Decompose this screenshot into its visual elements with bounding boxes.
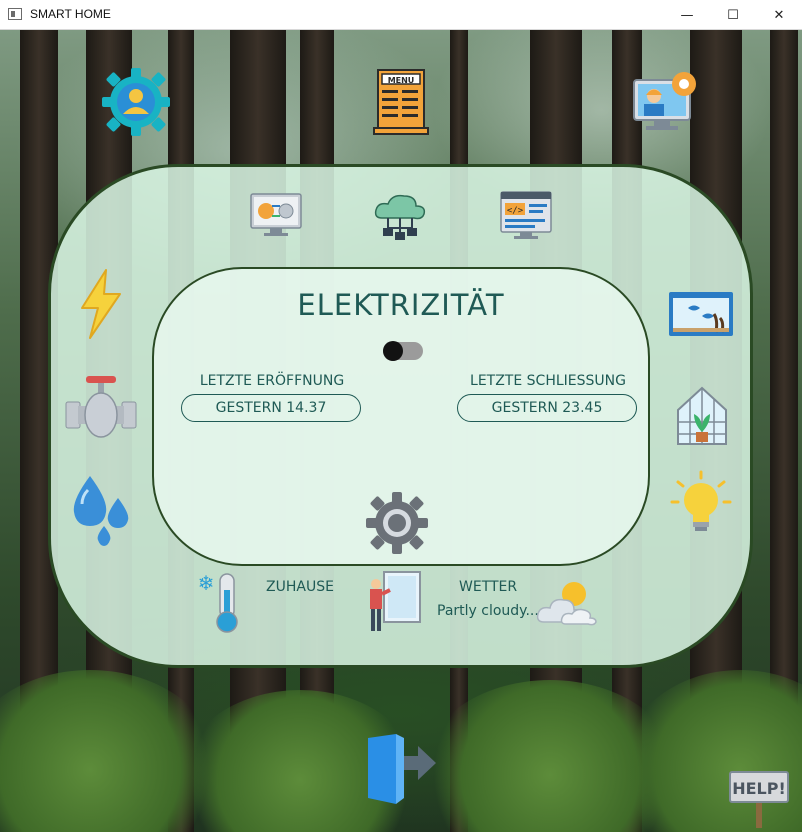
- page-title: ELEKTRIZITÄT: [297, 288, 505, 322]
- window-title: SMART HOME: [30, 7, 111, 21]
- svg-text:❄: ❄: [198, 571, 215, 595]
- remote-control-icon[interactable]: [250, 192, 302, 238]
- menu-icon[interactable]: MENU: [372, 68, 430, 136]
- last-opening-label: LETZTE ERÖFFNUNG: [199, 373, 345, 389]
- last-closing-label: LETZTE SCHLIESSUNG: [470, 373, 626, 389]
- last-closing-value: GESTERN 23.45: [457, 394, 637, 422]
- aquarium-icon[interactable]: [668, 290, 734, 338]
- exit-icon[interactable]: [362, 732, 438, 806]
- technician-icon[interactable]: [632, 68, 700, 134]
- window-titlebar: SMART HOME — ☐ ✕: [0, 0, 802, 30]
- help-sign-text: HELP!: [732, 779, 786, 798]
- weather-label: WETTER: [459, 579, 518, 595]
- app-icon: [8, 8, 22, 20]
- smart-window-icon[interactable]: [364, 570, 424, 634]
- home-label: ZUHAUSE: [266, 579, 334, 595]
- close-button[interactable]: ✕: [756, 0, 802, 30]
- light-bulb-icon[interactable]: [670, 470, 732, 534]
- water-drops-icon[interactable]: [68, 474, 134, 548]
- toggle-knob: [383, 341, 403, 361]
- user-settings-icon[interactable]: [100, 66, 172, 138]
- svg-text:</>: </>: [507, 206, 524, 216]
- code-editor-icon[interactable]: </>: [500, 190, 552, 240]
- gear-icon[interactable]: [366, 492, 428, 554]
- thermometer-icon[interactable]: ❄: [196, 570, 246, 634]
- minimize-button[interactable]: —: [664, 0, 710, 30]
- partly-cloudy-icon[interactable]: [536, 578, 598, 628]
- greenhouse-icon[interactable]: [674, 384, 730, 448]
- help-sign-icon[interactable]: HELP!: [728, 770, 790, 830]
- power-toggle[interactable]: [383, 341, 423, 361]
- menu-icon-text: MENU: [388, 76, 415, 85]
- weather-value: Partly cloudy...: [437, 603, 539, 619]
- last-opening-value: GESTERN 14.37: [181, 394, 361, 422]
- water-valve-icon[interactable]: [64, 374, 138, 440]
- lightning-icon[interactable]: [76, 268, 126, 340]
- maximize-button[interactable]: ☐: [710, 0, 756, 30]
- cloud-network-icon[interactable]: [372, 192, 428, 242]
